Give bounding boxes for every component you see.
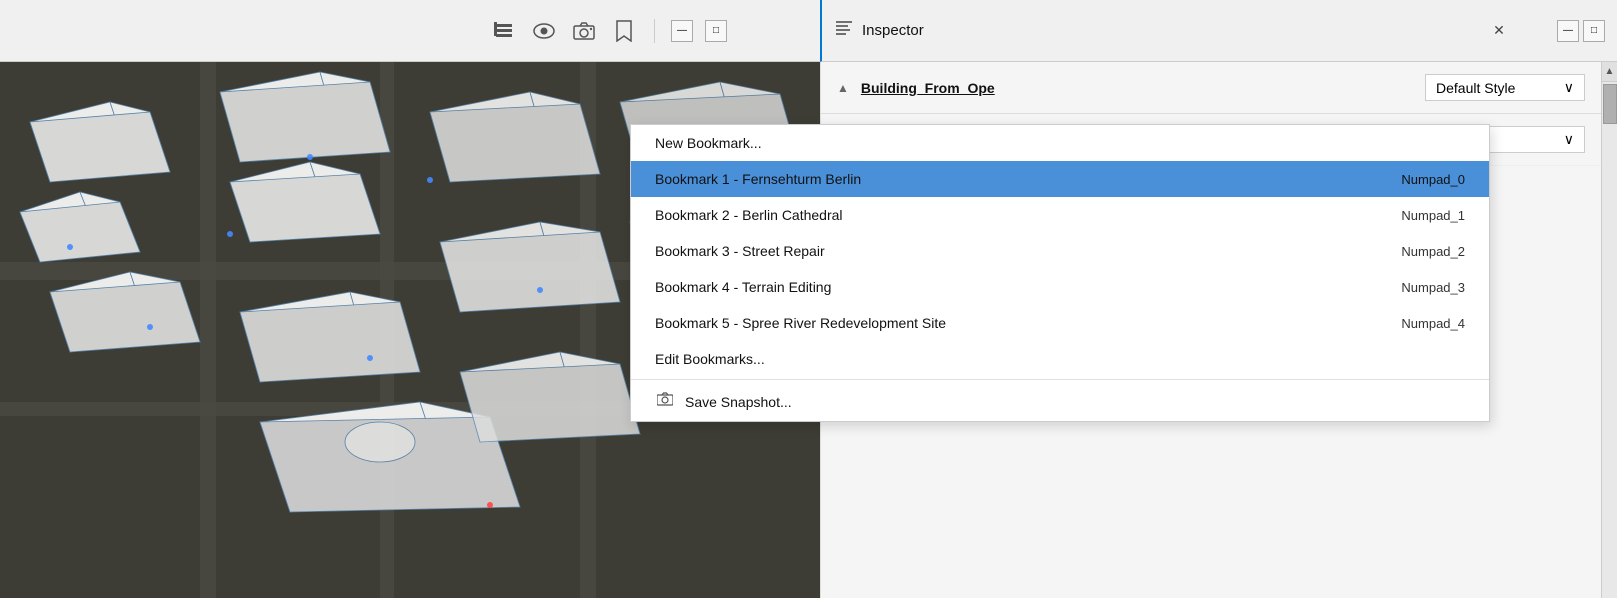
toolbar-left: — □ bbox=[0, 17, 727, 45]
menu-item-bookmark-1-shortcut: Numpad_0 bbox=[1401, 172, 1465, 187]
inspector-section-building: ▲ Building_From_Ope Default Style ∨ bbox=[821, 62, 1601, 114]
menu-item-bookmark-5[interactable]: Bookmark 5 - Spree River Redevelopment S… bbox=[631, 305, 1489, 341]
inspector-tab-icon bbox=[834, 19, 854, 42]
window-maximize-button[interactable]: □ bbox=[705, 20, 727, 42]
menu-item-bookmark-4-label: Bookmark 4 - Terrain Editing bbox=[655, 279, 1401, 295]
layers-icon[interactable] bbox=[490, 17, 518, 45]
section-style-dropdown-label: Default Style bbox=[1436, 80, 1515, 96]
menu-item-bookmark-2[interactable]: Bookmark 2 - Berlin Cathedral Numpad_1 bbox=[631, 197, 1489, 233]
section-style-dropdown[interactable]: Default Style ∨ bbox=[1425, 74, 1585, 101]
lod-dropdown-chevron: ∨ bbox=[1564, 131, 1574, 148]
menu-item-new-bookmark-label: New Bookmark... bbox=[655, 135, 1465, 151]
menu-item-bookmark-1-label: Bookmark 1 - Fernsehturm Berlin bbox=[655, 171, 1401, 187]
inspector-minimize-button[interactable]: — bbox=[1557, 20, 1579, 42]
menu-item-bookmark-5-label: Bookmark 5 - Spree River Redevelopment S… bbox=[655, 315, 1401, 331]
menu-item-new-bookmark[interactable]: New Bookmark... bbox=[631, 125, 1489, 161]
menu-item-bookmark-2-label: Bookmark 2 - Berlin Cathedral bbox=[655, 207, 1401, 223]
toolbar-separator-1 bbox=[654, 19, 655, 43]
menu-item-edit-bookmarks-label: Edit Bookmarks... bbox=[655, 351, 1465, 367]
toolbar: — □ Inspector ✕ — □ bbox=[0, 0, 1617, 62]
menu-item-bookmark-4[interactable]: Bookmark 4 - Terrain Editing Numpad_3 bbox=[631, 269, 1489, 305]
camera-icon[interactable] bbox=[570, 17, 598, 45]
window-minimize-button[interactable]: — bbox=[671, 20, 693, 42]
menu-item-save-snapshot-label: Save Snapshot... bbox=[685, 394, 792, 410]
scroll-thumb[interactable] bbox=[1603, 84, 1617, 124]
eye-icon[interactable] bbox=[530, 17, 558, 45]
bookmark-icon[interactable] bbox=[610, 17, 638, 45]
menu-item-bookmark-3-label: Bookmark 3 - Street Repair bbox=[655, 243, 1401, 259]
bookmark-dropdown-menu: New Bookmark... Bookmark 1 - Fernsehturm… bbox=[630, 124, 1490, 422]
inspector-tab-label: Inspector bbox=[862, 22, 1481, 39]
scrollbar: ▲ bbox=[1601, 62, 1617, 598]
section-title: Building_From_Ope bbox=[861, 80, 995, 96]
menu-item-edit-bookmarks[interactable]: Edit Bookmarks... bbox=[631, 341, 1489, 377]
menu-item-bookmark-1[interactable]: Bookmark 1 - Fernsehturm Berlin Numpad_0 bbox=[631, 161, 1489, 197]
section-style-chevron-icon: ∨ bbox=[1564, 79, 1574, 96]
menu-item-bookmark-3-shortcut: Numpad_2 bbox=[1401, 244, 1465, 259]
save-snapshot-with-icon: Save Snapshot... bbox=[655, 392, 792, 411]
menu-item-bookmark-2-shortcut: Numpad_1 bbox=[1401, 208, 1465, 223]
menu-item-bookmark-3[interactable]: Bookmark 3 - Street Repair Numpad_2 bbox=[631, 233, 1489, 269]
inspector-maximize-button[interactable]: □ bbox=[1583, 20, 1605, 42]
inspector-tab: Inspector ✕ — □ bbox=[820, 0, 1617, 62]
section-expand-icon[interactable]: ▲ bbox=[837, 81, 849, 95]
camera-menu-icon bbox=[655, 392, 675, 411]
main-area: ▲ Building_From_Ope Default Style ∨ Leve… bbox=[0, 62, 1617, 598]
menu-item-bookmark-5-shortcut: Numpad_4 bbox=[1401, 316, 1465, 331]
menu-item-save-snapshot[interactable]: Save Snapshot... bbox=[631, 382, 1489, 421]
inspector-close-button[interactable]: ✕ bbox=[1489, 21, 1509, 41]
menu-item-bookmark-4-shortcut: Numpad_3 bbox=[1401, 280, 1465, 295]
dropdown-separator bbox=[631, 379, 1489, 380]
scroll-up-button[interactable]: ▲ bbox=[1602, 62, 1617, 82]
